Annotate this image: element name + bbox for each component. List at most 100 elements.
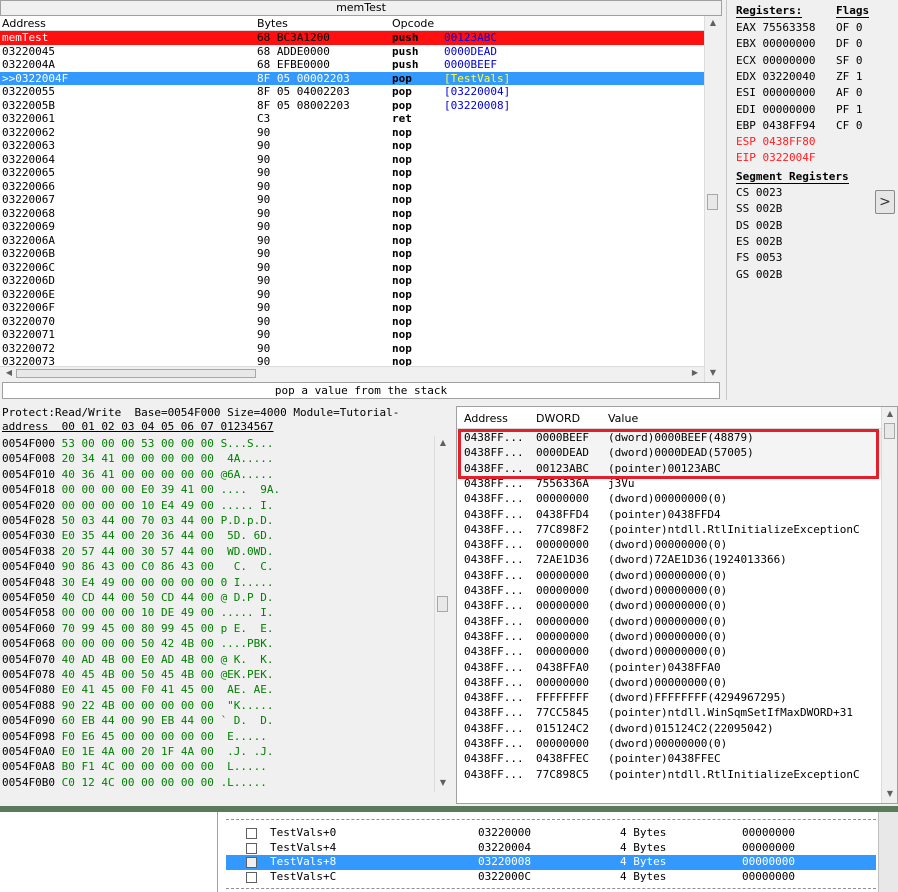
disassembly-row[interactable]: 03220066 90 nop xyxy=(0,180,704,194)
column-header-bytes[interactable]: Bytes xyxy=(257,17,288,30)
register-value[interactable]: EIP 0322004F xyxy=(736,150,815,166)
disassembly-row[interactable]: 0322005B 8F 05 08002203 pop [03220008] xyxy=(0,99,704,113)
hex-row[interactable]: 0054F048 30 E4 49 00 00 00 00 00 0 I....… xyxy=(2,575,274,590)
stack-vertical-scrollbar[interactable]: ▲ ▼ xyxy=(881,407,897,803)
stack-row[interactable]: 0438FF... 00000000 (dword)00000000(0) xyxy=(457,568,881,583)
flag-value[interactable]: DF 0 xyxy=(836,36,863,52)
active-checkbox[interactable] xyxy=(246,857,257,869)
disassembler-hscroll-thumb[interactable] xyxy=(16,369,256,378)
stack-row[interactable]: 0438FF... 77C898C5 (pointer)ntdll.RtlIniti… xyxy=(457,767,881,782)
stack-row[interactable]: 0438FF... 00000000 (dword)00000000(0) xyxy=(457,491,881,506)
disassembly-row[interactable]: 0322006E 90 nop xyxy=(0,288,704,302)
segment-register-value[interactable]: CS 0023 xyxy=(736,185,782,201)
hex-bytes[interactable]: 40 36 41 00 00 00 00 00 xyxy=(62,468,214,481)
flag-value[interactable]: OF 0 xyxy=(836,20,863,36)
hex-row[interactable]: 0054F038 20 57 44 00 30 57 44 00 WD.0WD. xyxy=(2,544,274,559)
stack-row[interactable]: 0438FF... 0438FFEC (pointer)0438FFEC xyxy=(457,751,881,766)
register-value[interactable]: ESP 0438FF80 xyxy=(736,134,815,150)
hex-row[interactable]: 0054F008 20 34 41 00 00 00 00 00 4A..... xyxy=(2,451,274,466)
hex-row[interactable]: 0054F018 00 00 00 00 E0 39 41 00 .... 9A… xyxy=(2,482,280,497)
hex-row[interactable]: 0054F010 40 36 41 00 00 00 00 00 @6A....… xyxy=(2,467,274,482)
segment-register-value[interactable]: GS 002B xyxy=(736,267,782,283)
hex-bytes[interactable]: 90 22 4B 00 00 00 00 00 xyxy=(62,699,214,712)
scroll-up-arrow-icon[interactable]: ▲ xyxy=(706,18,720,27)
address-list-row[interactable]: TestVals+4 03220004 4 Bytes 00000000 xyxy=(226,841,876,856)
hex-bytes[interactable]: 20 34 41 00 00 00 00 00 xyxy=(62,452,214,465)
hex-row[interactable]: 0054F068 00 00 00 00 50 42 4B 00 ....PBK… xyxy=(2,636,274,651)
hex-bytes[interactable]: 90 86 43 00 C0 86 43 00 xyxy=(62,560,214,573)
disassembly-row[interactable]: 03220072 90 nop xyxy=(0,342,704,356)
disassembly-row[interactable]: 03220067 90 nop xyxy=(0,193,704,207)
stack-row[interactable]: 0438FF... 00000000 (dword)00000000(0) xyxy=(457,537,881,552)
hex-bytes[interactable]: 20 57 44 00 30 57 44 00 xyxy=(62,545,214,558)
register-value[interactable]: EDI 00000000 xyxy=(736,102,815,118)
disassembly-row[interactable]: 03220065 90 nop xyxy=(0,166,704,180)
disassembly-row[interactable]: memTest 68 BC3A1200 push 00123ABC xyxy=(0,31,704,45)
hex-bytes[interactable]: C0 12 4C 00 00 00 00 00 xyxy=(62,776,214,789)
disassembly-row[interactable]: 03220073 90 nop xyxy=(0,355,704,366)
stack-row[interactable]: 0438FF... 00000000 (dword)00000000(0) xyxy=(457,629,881,644)
hex-bytes[interactable]: E0 35 44 00 20 36 44 00 xyxy=(62,529,214,542)
disassembly-row[interactable]: 03220069 90 nop xyxy=(0,220,704,234)
segment-register-value[interactable]: DS 002B xyxy=(736,218,782,234)
stack-scroll-thumb[interactable] xyxy=(884,423,895,439)
flag-value[interactable]: AF 0 xyxy=(836,85,863,101)
hex-row[interactable]: 0054F088 90 22 4B 00 00 00 00 00 "K..... xyxy=(2,698,274,713)
disassembly-row[interactable]: 0322006B 90 nop xyxy=(0,247,704,261)
segment-register-value[interactable]: ES 002B xyxy=(736,234,782,250)
disassembly-list[interactable]: memTest 68 BC3A1200 push 00123ABC 03220045 68… xyxy=(0,31,704,366)
register-value[interactable]: ECX 00000000 xyxy=(736,53,815,69)
flag-value[interactable]: CF 0 xyxy=(836,118,863,134)
disassembly-row[interactable]: 03220062 90 nop xyxy=(0,126,704,140)
disassembly-row[interactable]: 0322006F 90 nop xyxy=(0,301,704,315)
hex-row[interactable]: 0054F0A0 E0 1E 4A 00 20 1F 4A 00 .J. .J. xyxy=(2,744,274,759)
hex-row[interactable]: 0054F058 00 00 00 00 10 DE 49 00 ..... I… xyxy=(2,605,274,620)
hex-row[interactable]: 0054F030 E0 35 44 00 20 36 44 00 5D. 6D. xyxy=(2,528,274,543)
disassembly-row[interactable]: 03220045 68 ADDE0000 push 0000DEAD xyxy=(0,45,704,59)
hex-row[interactable]: 0054F028 50 03 44 00 70 03 44 00 P.D.p.D… xyxy=(2,513,274,528)
stack-row[interactable]: 0438FF... 00000000 (dword)00000000(0) xyxy=(457,583,881,598)
hex-bytes[interactable]: 60 EB 44 00 90 EB 44 00 xyxy=(62,714,214,727)
hex-row[interactable]: 0054F080 E0 41 45 00 F0 41 45 00 AE. AE. xyxy=(2,682,274,697)
stack-row[interactable]: 0438FF... 00000000 (dword)00000000(0) xyxy=(457,675,881,690)
stack-row[interactable]: 0438FF... 72AE1D36 (dword)72AE1D36(1924013… xyxy=(457,552,881,567)
expand-registers-button[interactable]: > xyxy=(875,190,895,214)
address-list-row[interactable]: TestVals+C 0322000C 4 Bytes 00000000 xyxy=(226,870,876,885)
hex-row[interactable]: 0054F078 40 45 4B 00 50 45 4B 00 @EK.PEK… xyxy=(2,667,274,682)
stack-row[interactable]: 0438FF... FFFFFFFF (dword)FFFFFFFF(4294967… xyxy=(457,690,881,705)
address-list-row[interactable]: TestVals+0 03220000 4 Bytes 00000000 xyxy=(226,826,876,841)
hex-row[interactable]: 0054F0B0 C0 12 4C 00 00 00 00 00 .L..... xyxy=(2,775,267,790)
scroll-right-arrow-icon[interactable]: ▶ xyxy=(688,368,702,377)
hex-bytes[interactable]: 00 00 00 00 50 42 4B 00 xyxy=(62,637,214,650)
hex-dump[interactable]: 0054F000 53 00 00 00 53 00 00 00 S...S..… xyxy=(0,436,434,790)
register-value[interactable]: EBX 00000000 xyxy=(736,36,815,52)
hex-bytes[interactable]: 40 AD 4B 00 E0 AD 4B 00 xyxy=(62,653,214,666)
disassembly-row[interactable]: 03220064 90 nop xyxy=(0,153,704,167)
stack-row[interactable]: 0438FF... 77C898F2 (pointer)ntdll.RtlIniti… xyxy=(457,522,881,537)
register-value[interactable]: EBP 0438FF94 xyxy=(736,118,815,134)
disassembler-vertical-scrollbar[interactable]: ▲ ▼ xyxy=(704,16,720,382)
hex-row[interactable]: 0054F000 53 00 00 00 53 00 00 00 S...S..… xyxy=(2,436,274,451)
scroll-up-arrow-icon[interactable]: ▲ xyxy=(883,409,897,418)
disassembly-row[interactable]: 03220071 90 nop xyxy=(0,328,704,342)
stack-list[interactable]: 0438FF... 0000BEEF (dword)0000BEEF(48879) 0… xyxy=(457,430,881,792)
stack-row[interactable]: 0438FF... 00000000 (dword)00000000(0) xyxy=(457,644,881,659)
active-checkbox[interactable] xyxy=(246,842,257,854)
hex-bytes[interactable]: 00 00 00 00 10 E4 49 00 xyxy=(62,499,214,512)
hex-row[interactable]: 0054F060 70 99 45 00 80 99 45 00 p E. E. xyxy=(2,621,274,636)
stack-row[interactable]: 0438FF... 00000000 (dword)00000000(0) xyxy=(457,736,881,751)
hex-bytes[interactable]: 30 E4 49 00 00 00 00 00 xyxy=(62,576,214,589)
flag-value[interactable]: ZF 1 xyxy=(836,69,863,85)
hex-bytes[interactable]: 00 00 00 00 10 DE 49 00 xyxy=(62,606,214,619)
disassembly-row[interactable]: 0322006D 90 nop xyxy=(0,274,704,288)
disassembly-row[interactable]: 03220063 90 nop xyxy=(0,139,704,153)
column-header-value[interactable]: Value xyxy=(608,412,638,425)
stack-row[interactable]: 0438FF... 77CC5845 (pointer)ntdll.WinSqmSe… xyxy=(457,705,881,720)
hex-row[interactable]: 0054F090 60 EB 44 00 90 EB 44 00 ` D. D. xyxy=(2,713,274,728)
stack-row[interactable]: 0438FF... 00000000 (dword)00000000(0) xyxy=(457,598,881,613)
hex-bytes[interactable]: E0 1E 4A 00 20 1F 4A 00 xyxy=(62,745,214,758)
hex-scroll-thumb[interactable] xyxy=(437,596,448,612)
register-value[interactable]: ESI 00000000 xyxy=(736,85,815,101)
address-list[interactable]: TestVals+0 03220000 4 Bytes 00000000 TestVal… xyxy=(222,812,878,892)
hex-bytes[interactable]: 40 45 4B 00 50 45 4B 00 xyxy=(62,668,214,681)
